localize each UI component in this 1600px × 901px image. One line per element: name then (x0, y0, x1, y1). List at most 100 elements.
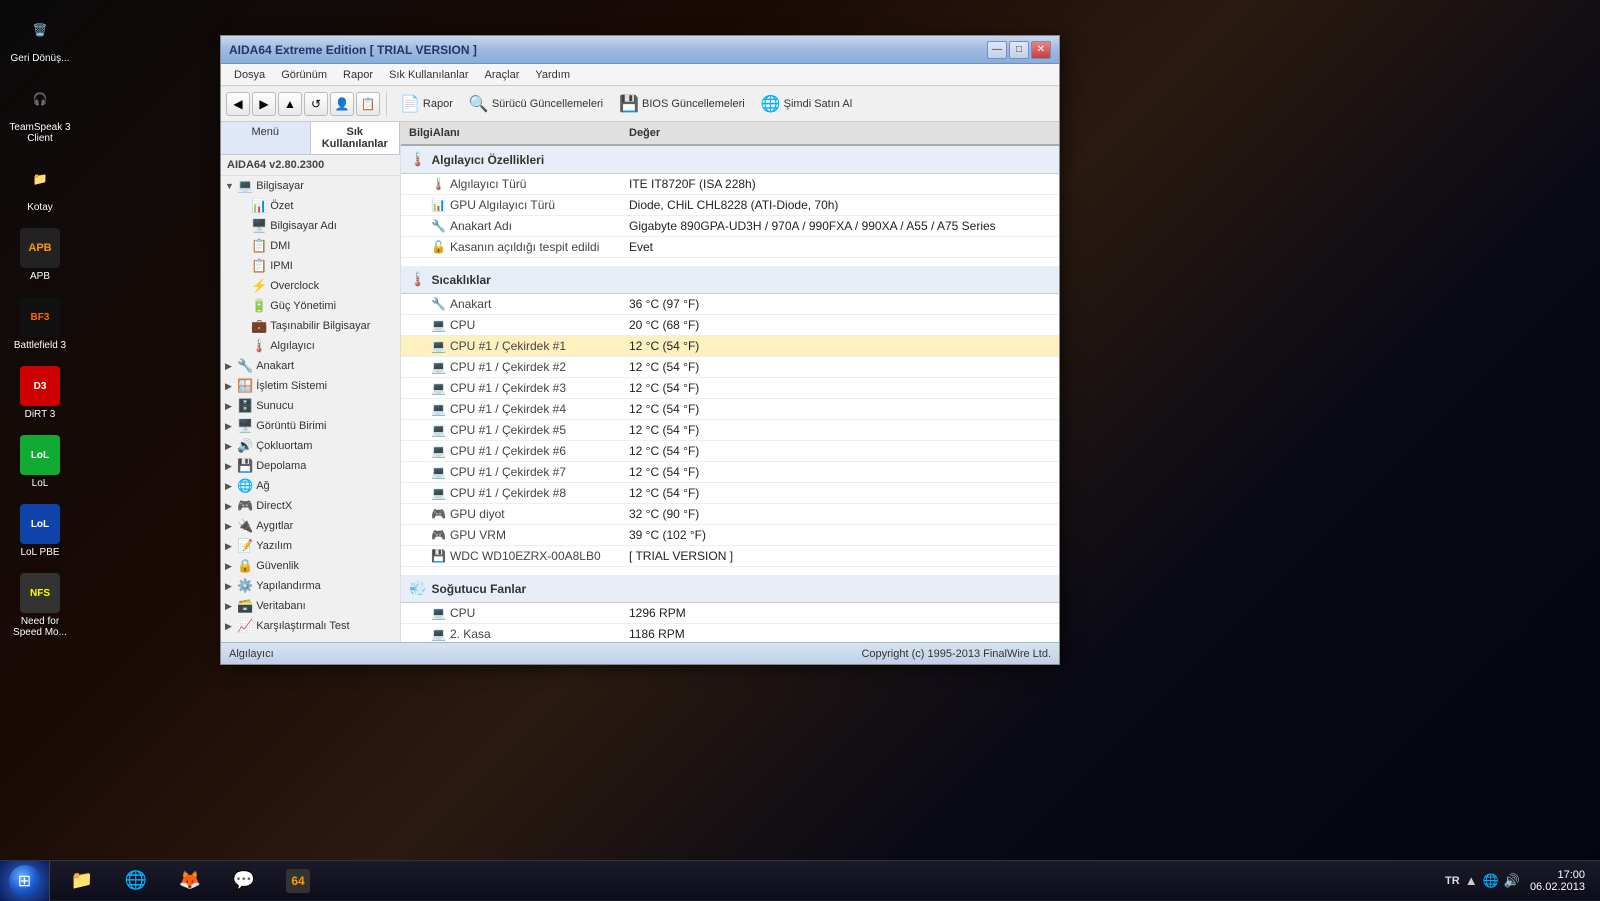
menu-rapor[interactable]: Rapor (335, 67, 381, 83)
tree-ozet[interactable]: 📊 Özet (235, 196, 400, 216)
cpu1c2-text: CPU #1 / Çekirdek #2 (450, 360, 566, 374)
anakart-adi-icon: 🔧 (431, 219, 446, 233)
menu-yardim[interactable]: Yardım (527, 67, 578, 83)
toolbar-satin-button[interactable]: 🌐 Şimdi Satın Al (754, 90, 859, 118)
tree-depolama[interactable]: ▶ 💾 Depolama (221, 456, 400, 476)
tree-cokluortam[interactable]: ▶ 🔊 Çokluortam (221, 436, 400, 456)
trash-label: Geri Dönüş... (11, 53, 70, 64)
minimize-button[interactable]: — (987, 41, 1007, 59)
nav-back-button[interactable]: ◀ (226, 92, 250, 116)
cpu-sic-text: CPU (450, 318, 475, 332)
label-cpu-sic: 💻 CPU (401, 315, 621, 335)
taskbar-skype[interactable]: 💬 (219, 864, 269, 898)
tree-karsilastirma[interactable]: ▶ 📈 Karşılaştırmalı Test (221, 616, 400, 636)
nav-extra-button[interactable]: 📋 (356, 92, 380, 116)
cpu1c6-icon: 💻 (431, 444, 446, 458)
taskbar-firefox[interactable]: 🦊 (165, 864, 215, 898)
maximize-button[interactable]: □ (1009, 41, 1029, 59)
cpu1c6-text: CPU #1 / Çekirdek #6 (450, 444, 566, 458)
lol-icon: LoL (20, 435, 60, 475)
tree-isletim[interactable]: ▶ 🪟 İşletim Sistemi (221, 376, 400, 396)
section-sogutucu: 💨 Soğutucu Fanlar (401, 575, 1059, 603)
desktop-icon-apb[interactable]: APB APB (5, 228, 75, 282)
sidebar-panel: Menü Sık Kullanılanlar AIDA64 v2.80.2300… (221, 122, 401, 642)
exp-sunucu: ▶ (225, 401, 235, 412)
badi-icon: 🖥️ (251, 218, 267, 234)
tree-sunucu[interactable]: ▶ 🗄️ Sunucu (221, 396, 400, 416)
exp-ag: ▶ (225, 481, 235, 492)
wdc-text: WDC WD10EZRX-00A8LB0 (450, 549, 601, 563)
window-title: AIDA64 Extreme Edition [ TRIAL VERSION ] (229, 43, 987, 57)
menu-araclar[interactable]: Araçlar (477, 67, 528, 83)
status-right: Copyright (c) 1995-2013 FinalWire Ltd. (861, 648, 1051, 660)
toolbar-surucu-button[interactable]: 🔍 Sürücü Güncellemeleri (462, 90, 610, 118)
tree-aygitlar[interactable]: ▶ 🔌 Aygıtlar (221, 516, 400, 536)
nav-up-button[interactable]: ▲ (278, 92, 302, 116)
desktop-icon-dirt3[interactable]: D3 DiRT 3 (5, 366, 75, 420)
tree-tasinabilir[interactable]: 💼 Taşınabilir Bilgisayar (235, 316, 400, 336)
cpu-fan-icon: 💻 (431, 606, 446, 620)
row-cpu1-c4: 💻 CPU #1 / Çekirdek #4 12 °C (54 °F) (401, 399, 1059, 420)
nav-refresh-button[interactable]: ↺ (304, 92, 328, 116)
tree-dmi[interactable]: 📋 DMI (235, 236, 400, 256)
row-cpu1-c1: 💻 CPU #1 / Çekirdek #1 12 °C (54 °F) (401, 336, 1059, 357)
menu-gorunum[interactable]: Görünüm (273, 67, 335, 83)
oc-icon: ⚡ (251, 278, 267, 294)
tree-ipmi[interactable]: 📋 IPMI (235, 256, 400, 276)
menu-sik[interactable]: Sık Kullanılanlar (381, 67, 477, 83)
tree-ag[interactable]: ▶ 🌐 Ağ (221, 476, 400, 496)
tree-yazilim[interactable]: ▶ 📝 Yazılım (221, 536, 400, 556)
tree-yapilandirma[interactable]: ▶ ⚙️ Yapılandırma (221, 576, 400, 596)
desktop-icon-battlefield[interactable]: BF3 Battlefield 3 (5, 297, 75, 351)
status-bar: Algılayıcı Copyright (c) 1995-2013 Final… (221, 642, 1059, 664)
lol-pbe-label: LoL PBE (20, 547, 59, 558)
rapor-label: Rapor (423, 98, 453, 110)
taskbar-aida64[interactable]: 64 (273, 864, 323, 898)
cpu1c8-text: CPU #1 / Çekirdek #8 (450, 486, 566, 500)
close-button[interactable]: ✕ (1031, 41, 1051, 59)
tree-guc-yonetimi[interactable]: 🔋 Güç Yönetimi (235, 296, 400, 316)
tree-guvenlik[interactable]: ▶ 🔒 Güvenlik (221, 556, 400, 576)
cok-text: Çokluortam (256, 440, 312, 452)
menu-dosya[interactable]: Dosya (226, 67, 273, 83)
tray-network-icon[interactable]: 🌐 (1483, 873, 1499, 889)
toolbar-rapor-button[interactable]: 📄 Rapor (393, 90, 460, 118)
label-cpu1-c2: 💻 CPU #1 / Çekirdek #2 (401, 357, 621, 377)
nav-forward-button[interactable]: ▶ (252, 92, 276, 116)
tree-goruntu[interactable]: ▶ 🖥️ Görüntü Birimi (221, 416, 400, 436)
start-button[interactable]: ⊞ (0, 861, 50, 901)
tree-anakart[interactable]: ▶ 🔧 Anakart (221, 356, 400, 376)
dmi-text: DMI (270, 240, 290, 252)
tray-volume-icon[interactable]: 🔊 (1504, 873, 1520, 889)
tree-bilgisayar-adi[interactable]: 🖥️ Bilgisayar Adı (235, 216, 400, 236)
desktop-icon-nfs[interactable]: NFS Need forSpeed Mo... (5, 573, 75, 638)
label-gpu-vrm: 🎮 GPU VRM (401, 525, 621, 545)
kasa-text: Kasanın açıldığı tespit edildi (450, 240, 599, 254)
row-cpu1-c3: 💻 CPU #1 / Çekirdek #3 12 °C (54 °F) (401, 378, 1059, 399)
nav-user-button[interactable]: 👤 (330, 92, 354, 116)
row-cpu1-c2: 💻 CPU #1 / Çekirdek #2 12 °C (54 °F) (401, 357, 1059, 378)
tree-directx[interactable]: ▶ 🎮 DirectX (221, 496, 400, 516)
window-controls: — □ ✕ (987, 41, 1051, 59)
taskbar-chrome[interactable]: 🌐 (111, 864, 161, 898)
taskbar-explorer[interactable]: 📁 (57, 864, 107, 898)
toolbar-bios-button[interactable]: 💾 BIOS Güncellemeleri (612, 90, 752, 118)
tab-menu[interactable]: Menü (221, 122, 311, 154)
sunucu-icon: 🗄️ (237, 398, 253, 414)
tree-bilgisayar[interactable]: ▼ 💻 Bilgisayar (221, 176, 400, 196)
desktop-icon-kotay[interactable]: 📁 Kotay (5, 159, 75, 213)
value-cpu1-c4: 12 °C (54 °F) (621, 399, 1059, 419)
tree-algilayici[interactable]: 🌡️ Algılayıcı (235, 336, 400, 356)
desktop-icon-lol[interactable]: LoL LoL (5, 435, 75, 489)
col-deger: Değer (621, 125, 668, 141)
value-cpu1-c7: 12 °C (54 °F) (621, 462, 1059, 482)
tree-overclock[interactable]: ⚡ Overclock (235, 276, 400, 296)
value-cpu1-c5: 12 °C (54 °F) (621, 420, 1059, 440)
desktop-icon-lol-pbe[interactable]: LoL LoL PBE (5, 504, 75, 558)
desktop-icon-teamspeak[interactable]: 🎧 TeamSpeak 3Client (5, 79, 75, 144)
tray-arrow-icon[interactable]: ▲ (1465, 873, 1478, 888)
section-alg-title: Algılayıcı Özellikleri (431, 153, 544, 167)
tree-veritabani[interactable]: ▶ 🗃️ Veritabanı (221, 596, 400, 616)
tab-sik[interactable]: Sık Kullanılanlar (311, 122, 401, 154)
desktop-icon-trash[interactable]: 🗑️ Geri Dönüş... (5, 10, 75, 64)
